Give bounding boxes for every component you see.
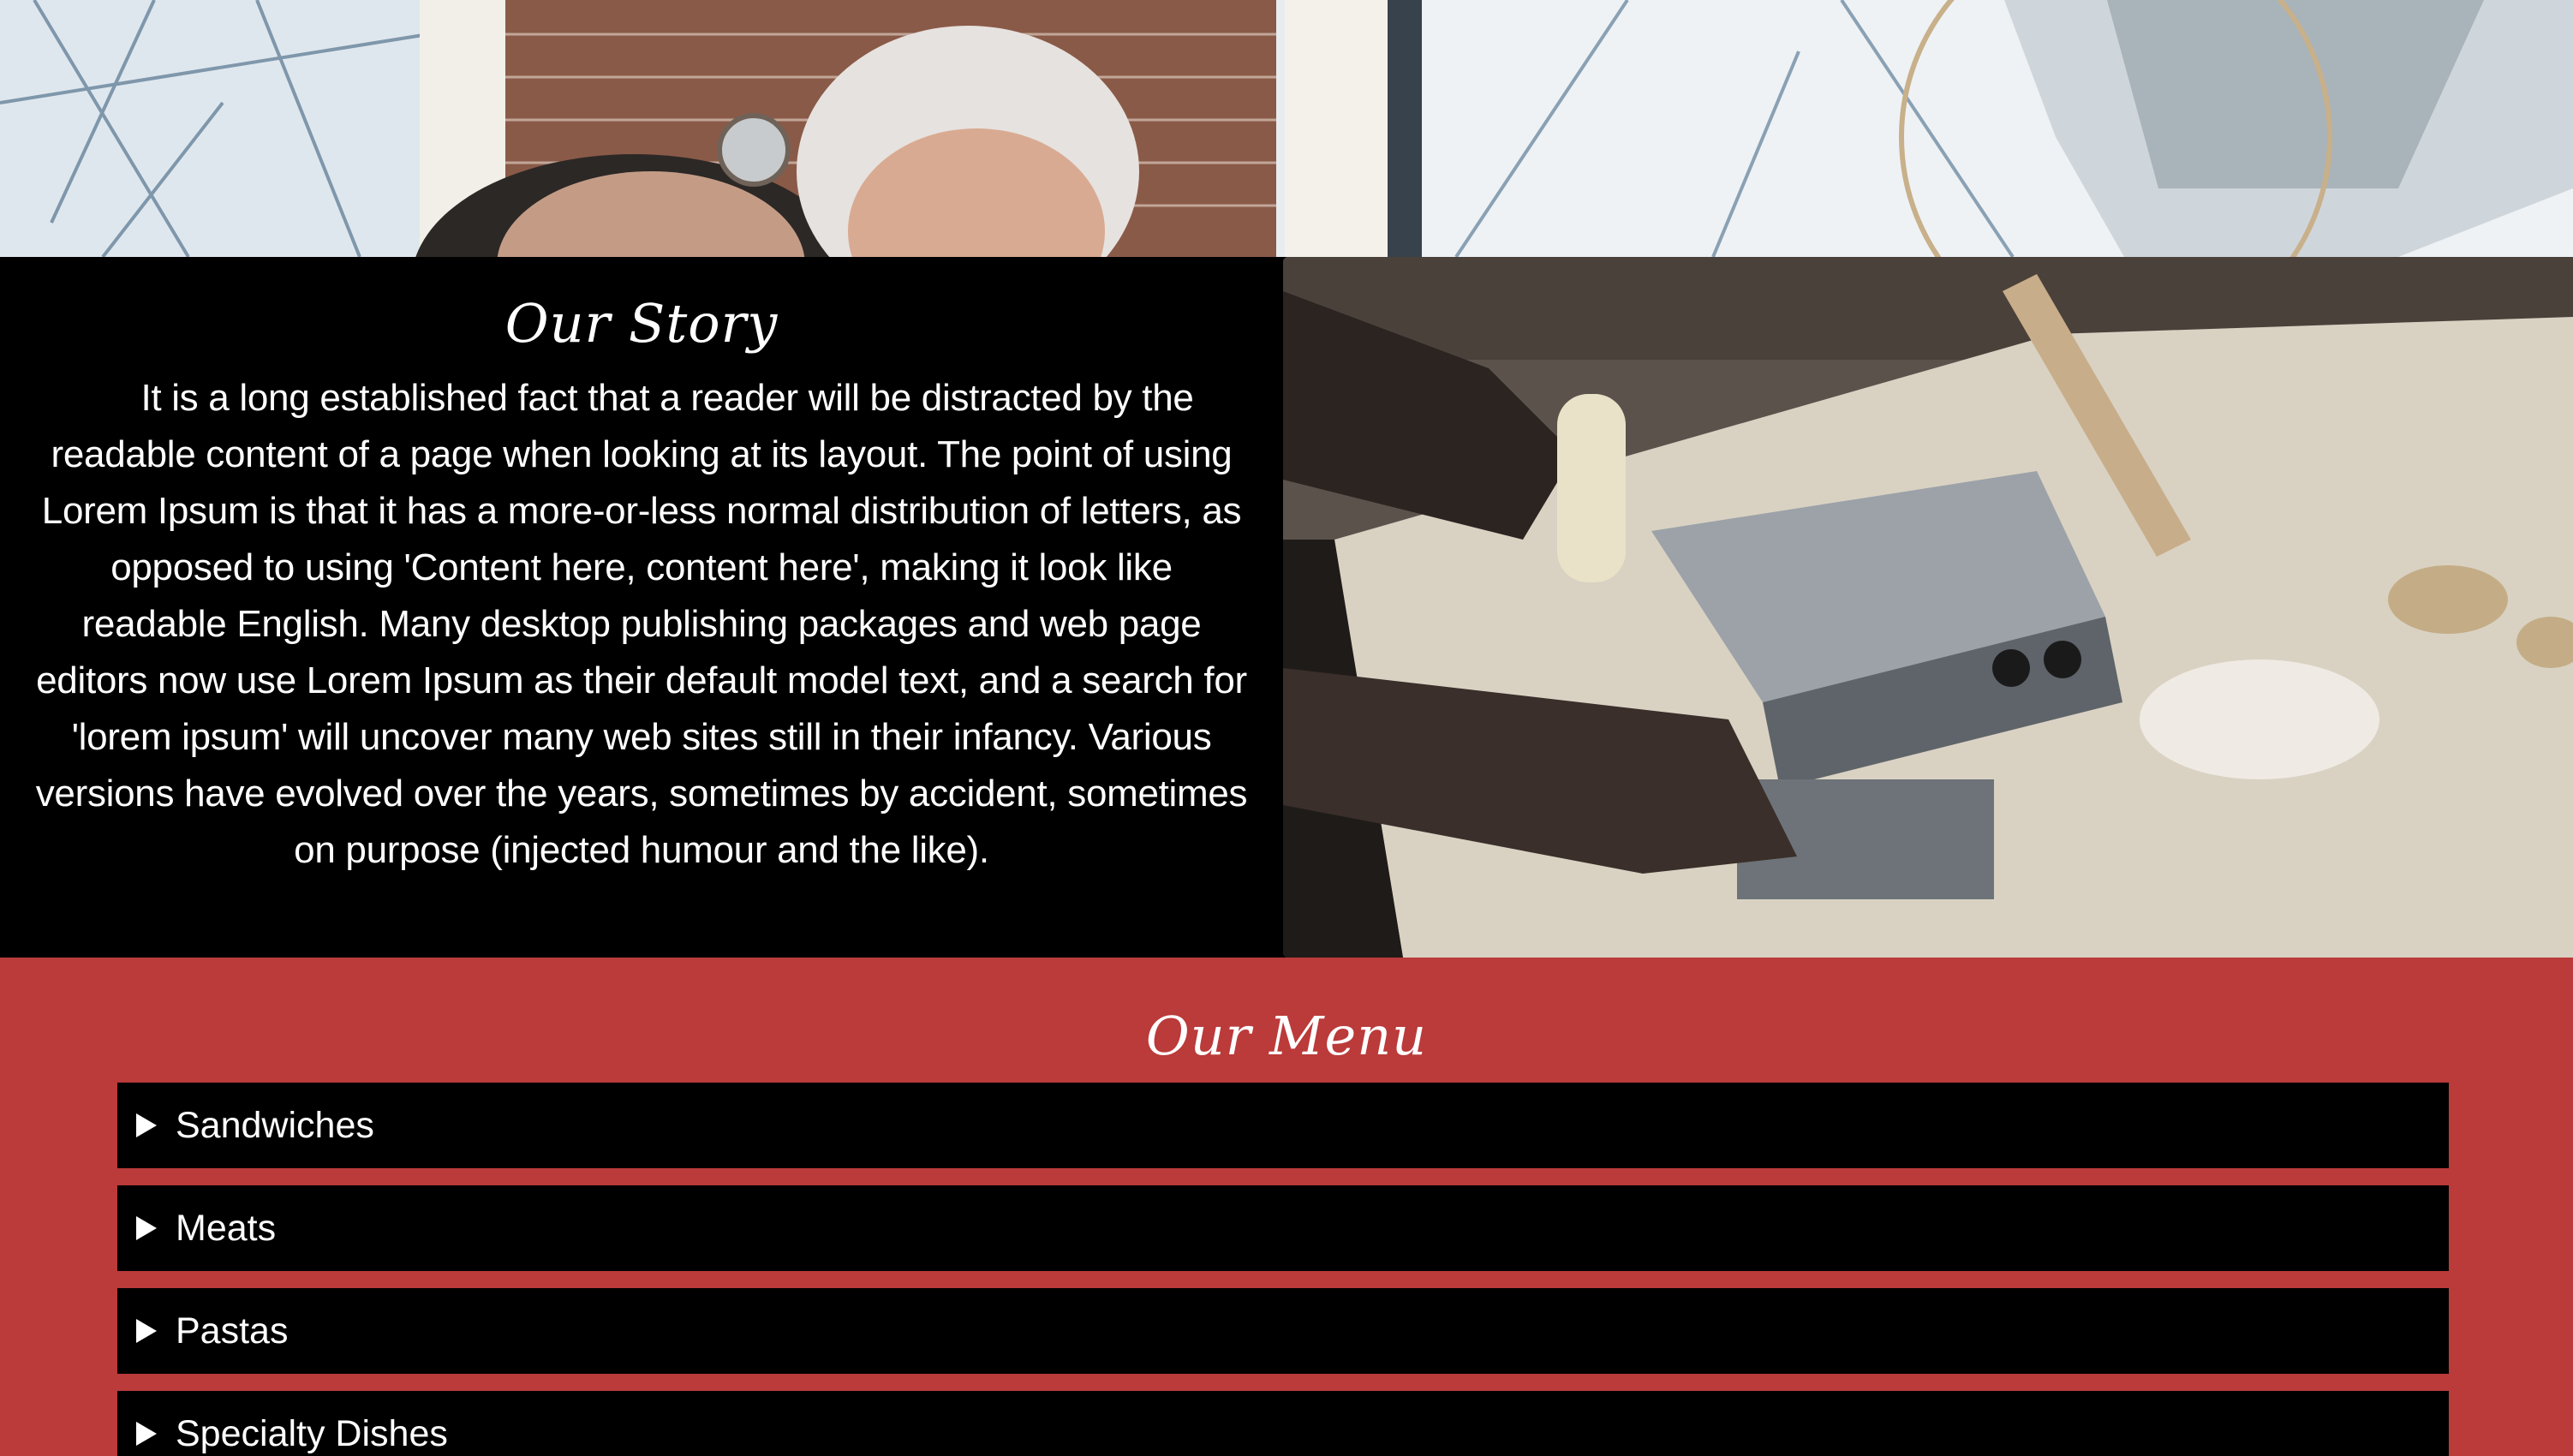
menu-item-specialty-dishes[interactable]: Specialty Dishes [117,1391,2449,1456]
our-menu-section: Our Menu Sandwiches Meats Pastas Special… [0,958,2573,1456]
menu-item-label: Sandwiches [176,1104,374,1146]
menu-item-meats[interactable]: Meats [117,1185,2449,1271]
disclosure-triangle-right-icon [136,1319,157,1343]
our-story-text: It is a long established fact that a rea… [35,377,1248,871]
menu-item-label: Pastas [176,1310,289,1352]
our-menu-title: Our Menu [1145,1005,1428,1067]
hero-image [0,0,2573,257]
pasta-photo [1283,257,2573,958]
our-story-section: Our Story It is a long established fact … [0,257,1283,958]
hero-photo [0,0,2573,257]
menu-item-label: Meats [176,1207,277,1249]
disclosure-triangle-right-icon [136,1422,157,1446]
page: Our Story It is a long established fact … [0,0,2573,1456]
our-story-title: Our Story [504,292,779,355]
menu-item-sandwiches[interactable]: Sandwiches [117,1083,2449,1168]
disclosure-triangle-right-icon [136,1113,157,1137]
menu-item-label: Specialty Dishes [176,1412,448,1454]
menu-list: Sandwiches Meats Pastas Specialty Dishes [117,1083,2449,1456]
menu-item-pastas[interactable]: Pastas [117,1288,2449,1374]
disclosure-triangle-right-icon [136,1216,157,1240]
pasta-machine-image [1283,257,2573,958]
